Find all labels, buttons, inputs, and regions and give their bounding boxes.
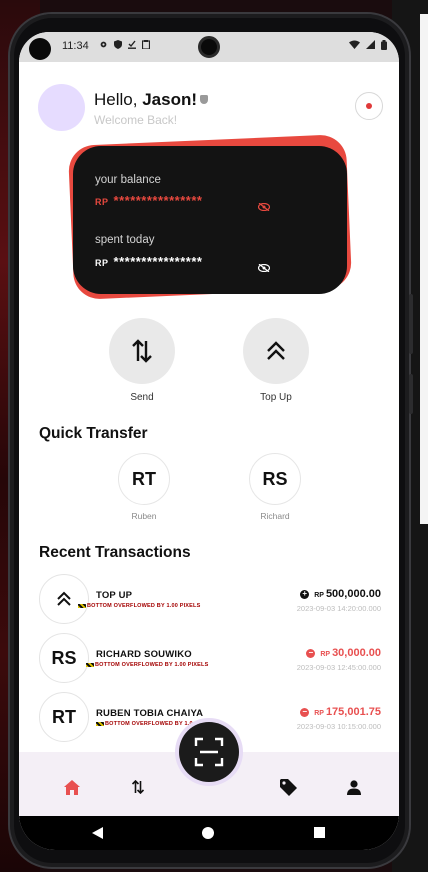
balance-masked: **************** [113,193,203,208]
overflow-error-text: BOTTOM OVERFLOWED BY 1.0 [96,721,193,727]
volume-button [409,294,413,354]
transaction-currency: RP [314,710,324,717]
contact-name: Richard [260,511,290,521]
transaction-avatar: RT [39,692,89,742]
power-button [409,374,413,414]
swap-vertical-icon [132,780,144,794]
tag-icon [279,778,297,796]
balance-value: RP **************** [95,193,202,208]
transaction-value: 500,000.00 [325,588,381,600]
overflow-error-text: BOTTOM OVERFLOWED BY 1.00 PIXELS [78,603,200,609]
transaction-avatar [39,574,89,624]
status-bar: 11:34 [19,32,399,62]
transaction-amount: + RP 500,000.00 [300,588,381,600]
transaction-value: 175,001.75 [325,706,381,718]
greeting-label: Hello, [94,90,138,109]
balance-label: your balance [95,174,161,186]
double-chevron-up-icon [57,591,71,606]
gear-icon [100,41,107,48]
quick-transfer-contact[interactable]: RS Richard [249,453,301,521]
clipboard-icon [142,40,150,49]
recent-transactions-title: Recent Transactions [39,544,191,561]
welcome-subtitle: Welcome Back! [94,113,178,127]
transaction-row[interactable]: TOP UP BOTTOM OVERFLOWED BY 1.00 PIXELS … [39,574,381,626]
quick-transfer-title: Quick Transfer [39,425,148,442]
transaction-name: RICHARD SOUWIKO [96,649,192,660]
app-screen: 11:34 Hello, Jason! Welcome Back! your b… [19,32,399,850]
plus-icon: + [300,589,310,599]
transaction-name: RUBEN TOBIA CHAIYA [96,708,204,719]
send-button[interactable]: Send [109,318,175,403]
transaction-date: 2023-09-03 12:45:00.000 [296,663,381,672]
nav-home[interactable] [61,778,83,796]
eye-off-icon[interactable] [258,203,270,211]
home-icon [64,779,80,795]
front-camera [198,36,220,58]
eye-off-icon[interactable] [258,264,270,272]
greeting-header: Hello, Jason! Welcome Back! [38,84,383,134]
transaction-date: 2023-09-03 10:15:00.000 [296,722,381,731]
record-button[interactable] [355,92,383,120]
transaction-date: 2023-09-03 14:20:00.000 [296,604,381,613]
minus-icon: − [306,648,316,658]
system-navigation-bar [19,816,399,850]
overflow-error-text: BOTTOM OVERFLOWED BY 1.00 PIXELS [86,662,208,668]
send-button-circle[interactable] [109,318,175,384]
system-icons [349,40,387,50]
transaction-amount: − RP 175,001.75 [300,706,381,718]
transaction-amount: − RP 30,000.00 [306,647,381,659]
nav-transfer[interactable] [127,778,149,796]
transaction-value: 30,000.00 [332,647,381,659]
top-up-label: Top Up [260,392,292,403]
avatar[interactable] [38,84,85,131]
background-window-edge [420,14,428,524]
person-icon [347,779,361,795]
nav-profile[interactable] [343,778,365,796]
signal-icon [366,40,375,49]
back-icon[interactable] [92,827,104,839]
greeting-text: Hello, Jason! [94,90,208,110]
contact-avatar[interactable]: RT [118,453,170,505]
user-name: Jason! [142,90,197,109]
nav-promo[interactable] [277,778,299,796]
record-dot-icon [366,103,372,109]
transaction-avatar: RS [39,633,89,683]
quick-transfer-contact[interactable]: RT Ruben [118,453,170,521]
transaction-currency: RP [320,651,331,658]
minus-icon: − [300,707,310,717]
double-chevron-up-icon [267,341,285,360]
recents-icon[interactable] [314,827,325,838]
transaction-name: TOP UP [96,590,133,601]
top-up-button-circle[interactable] [243,318,309,384]
top-up-button[interactable]: Top Up [243,318,309,403]
verified-icon [200,95,208,104]
send-label: Send [130,392,154,403]
balance-card: your balance RP **************** spent t… [67,134,353,304]
wifi-icon [349,40,360,49]
notification-icons [99,40,150,49]
spent-masked: **************** [113,254,203,269]
scan-icon [194,737,224,767]
spent-value: RP **************** [95,254,202,269]
camera-cutout [29,38,51,60]
home-button-icon[interactable] [202,827,214,839]
shield-icon [114,40,122,49]
balance-card-body: your balance RP **************** spent t… [73,146,347,294]
scan-button[interactable] [179,722,239,782]
download-done-icon [128,40,136,49]
spent-label: spent today [95,234,155,246]
balance-currency: RP [95,197,109,207]
contact-avatar[interactable]: RS [249,453,301,505]
transaction-row[interactable]: RS RICHARD SOUWIKO BOTTOM OVERFLOWED BY … [39,633,381,685]
swap-vertical-icon [132,339,152,363]
contact-name: Ruben [131,511,157,521]
spent-currency: RP [95,258,109,268]
battery-icon [381,40,387,50]
transaction-currency: RP [314,592,324,599]
status-time: 11:34 [62,40,89,52]
